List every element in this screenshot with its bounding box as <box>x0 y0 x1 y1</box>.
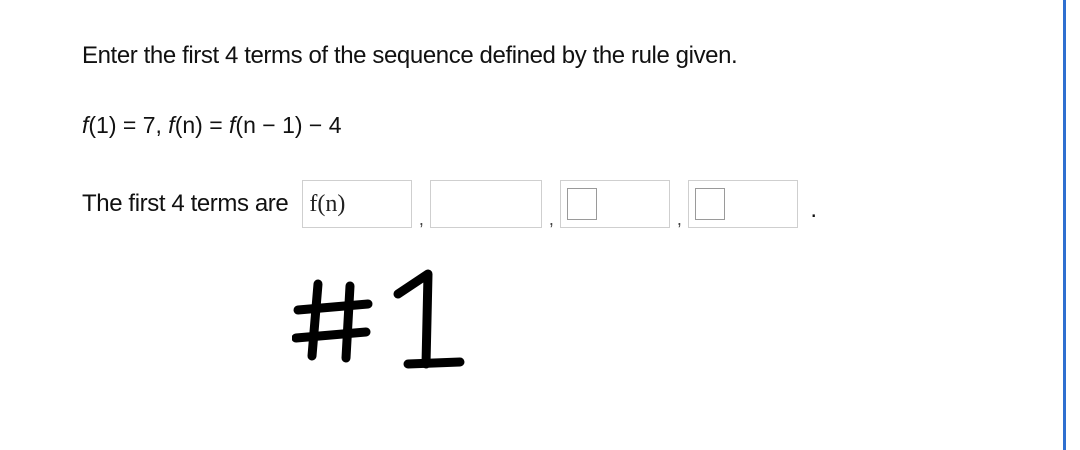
term-separator: , <box>676 209 682 229</box>
term-1-value: f(n) <box>309 190 346 217</box>
rule-base-case: (1) = 7, <box>88 112 169 138</box>
window-right-border <box>1063 0 1066 450</box>
sequence-rule: f(1) = 7, f(n) = f(n − 1) − 4 <box>82 112 342 139</box>
handwritten-number-one-mark <box>292 269 465 369</box>
question-prompt: Enter the first 4 terms of the sequence … <box>82 42 738 69</box>
answer-terminator: . <box>810 196 817 223</box>
rule-recursive-lhs: (n) = <box>174 112 230 138</box>
math-placeholder-box <box>695 188 726 220</box>
term-4-input[interactable] <box>688 180 799 228</box>
term-separator: , <box>418 209 424 229</box>
term-3-input[interactable] <box>560 180 671 228</box>
answer-row: The first 4 terms are f(n) , , , . <box>82 178 817 230</box>
handwritten-annotation <box>292 266 472 376</box>
rule-recursive-rhs: (n − 1) − 4 <box>235 112 342 138</box>
term-separator: , <box>548 209 554 229</box>
term-2-input[interactable] <box>430 180 543 228</box>
answer-label: The first 4 terms are <box>82 190 289 217</box>
math-placeholder-box <box>567 188 598 220</box>
term-1-input[interactable]: f(n) <box>302 180 413 228</box>
